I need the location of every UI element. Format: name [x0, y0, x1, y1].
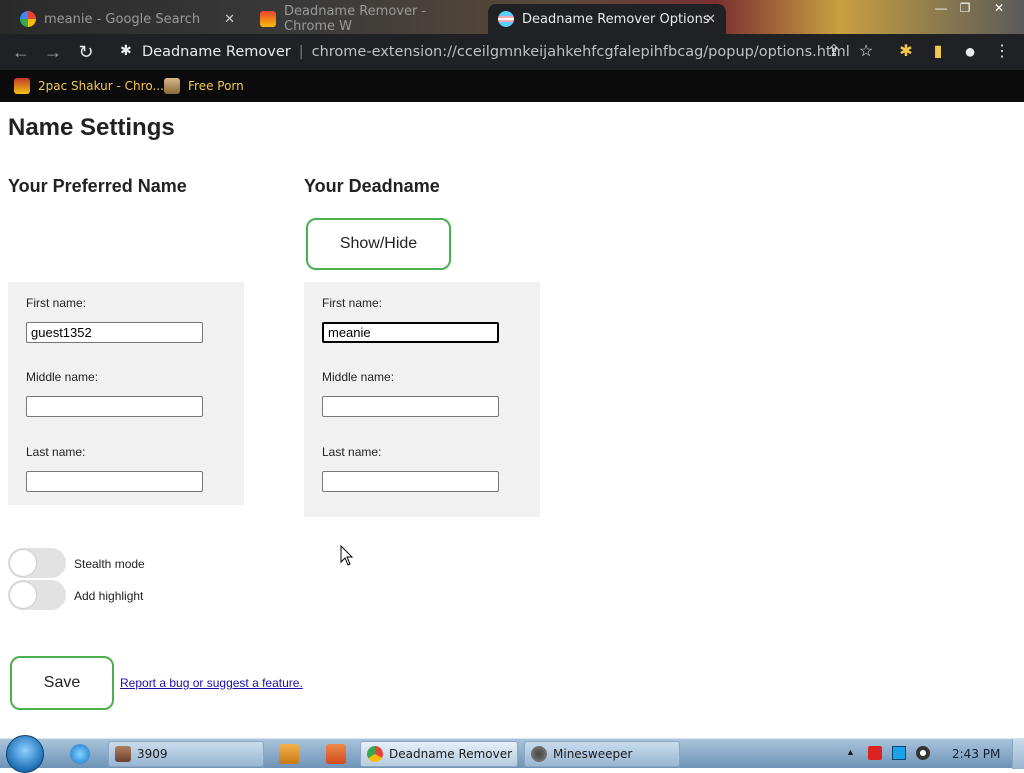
- stealth-mode-label: Stealth mode: [74, 557, 145, 571]
- media-player-icon[interactable]: [279, 744, 299, 764]
- page-title: Name Settings: [8, 114, 175, 141]
- stealth-mode-toggle[interactable]: [8, 548, 66, 578]
- bookmark-item[interactable]: Free Porn: [164, 76, 244, 96]
- first-name-label: First name:: [322, 296, 383, 310]
- address-bar[interactable]: ✱ Deadname Remover | chrome-extension://…: [108, 37, 888, 67]
- preferred-first-name-input[interactable]: [26, 322, 203, 343]
- tab-label: Deadname Remover Options: [522, 11, 710, 27]
- restore-button[interactable]: ❐: [950, 0, 980, 18]
- network-icon[interactable]: [892, 746, 906, 760]
- preferred-last-name-input[interactable]: [26, 471, 203, 492]
- toggle-knob: [10, 550, 36, 576]
- task-label: 3909: [137, 747, 168, 761]
- start-button[interactable]: [6, 735, 44, 773]
- first-name-label: First name:: [26, 296, 87, 310]
- bookmark-item[interactable]: 2pac Shakur - Chro...: [14, 76, 164, 96]
- volume-icon[interactable]: [916, 746, 930, 760]
- options-page: Name Settings Your Preferred Name Your D…: [0, 102, 1024, 738]
- close-icon[interactable]: ✕: [224, 12, 235, 27]
- paint-icon[interactable]: [326, 744, 346, 764]
- back-button[interactable]: ←: [10, 42, 32, 64]
- close-icon[interactable]: ✕: [705, 12, 716, 27]
- bookmark-label: Free Porn: [188, 79, 244, 93]
- chrome-icon: [367, 746, 383, 762]
- deadname-panel: First name: Middle name: Last name:: [304, 282, 540, 517]
- deadname-heading: Your Deadname: [304, 176, 440, 196]
- add-highlight-toggle[interactable]: [8, 580, 66, 610]
- preferred-name-panel: First name: Middle name: Last name:: [8, 282, 244, 505]
- tab-options-active[interactable]: Deadname Remover Options ✕: [488, 4, 726, 34]
- internet-explorer-icon[interactable]: [70, 744, 90, 764]
- preferred-name-heading: Your Preferred Name: [8, 176, 187, 196]
- bookmarks-bar: 2pac Shakur - Chro... Free Porn: [0, 70, 1024, 102]
- tab-label: Deadname Remover - Chrome W: [284, 4, 427, 34]
- report-bug-link[interactable]: Report a bug or suggest a feature.: [120, 676, 303, 690]
- taskbar-task[interactable]: 3909: [108, 741, 264, 767]
- action-center-flag-icon[interactable]: [868, 746, 882, 760]
- clock[interactable]: 2:43 PM: [952, 747, 1000, 761]
- share-icon[interactable]: ⇪: [824, 42, 844, 62]
- deadname-middle-name-input[interactable]: [322, 396, 499, 417]
- omnibox-separator: |: [298, 44, 304, 60]
- reload-button[interactable]: ↻: [75, 42, 97, 64]
- extension-puzzle-icon: ✱: [120, 43, 132, 59]
- forward-button[interactable]: →: [42, 42, 64, 64]
- tab-google-search[interactable]: meanie - Google Search ✕: [10, 4, 245, 34]
- menu-icon[interactable]: ⋮: [992, 42, 1012, 62]
- show-hide-button[interactable]: Show/Hide: [306, 218, 451, 270]
- middle-name-label: Middle name:: [322, 370, 395, 384]
- bookmark-favicon-icon: [164, 78, 180, 94]
- bookmark-star-icon[interactable]: ☆: [856, 42, 876, 62]
- window-close-button[interactable]: ✕: [984, 0, 1014, 18]
- webstore-icon: [260, 11, 276, 27]
- toggle-knob: [10, 582, 36, 608]
- tab-chrome-webstore[interactable]: Deadname Remover - Chrome W: [250, 4, 485, 34]
- side-panel-icon[interactable]: ▮: [928, 42, 948, 62]
- deadname-first-name-input[interactable]: [322, 322, 499, 343]
- taskbar-task-minesweeper[interactable]: Minesweeper: [524, 741, 680, 767]
- bookmark-label: 2pac Shakur - Chro...: [38, 79, 164, 93]
- google-icon: [20, 11, 36, 27]
- preferred-middle-name-input[interactable]: [26, 396, 203, 417]
- mouse-cursor-icon: [340, 545, 354, 566]
- show-desktop-button[interactable]: [1012, 739, 1024, 769]
- url-text: chrome-extension://cceilgmnkeijahkehfcgf…: [311, 44, 850, 60]
- save-button[interactable]: Save: [10, 656, 114, 710]
- task-label: Deadname Remover ...: [389, 747, 518, 761]
- extensions-icon[interactable]: ✱: [896, 42, 916, 62]
- taskbar: 3909 Deadname Remover ... Minesweeper ▲ …: [0, 735, 1024, 773]
- task-label: Minesweeper: [553, 747, 633, 761]
- site-name: Deadname Remover: [142, 44, 291, 60]
- tray-expand-icon[interactable]: ▲: [846, 747, 855, 757]
- tab-strip: meanie - Google Search ✕ Deadname Remove…: [0, 0, 1024, 34]
- deadname-last-name-input[interactable]: [322, 471, 499, 492]
- last-name-label: Last name:: [26, 445, 86, 459]
- minesweeper-icon: [531, 746, 547, 762]
- taskbar-task-chrome[interactable]: Deadname Remover ...: [360, 741, 518, 767]
- profile-icon[interactable]: ●: [960, 42, 980, 62]
- trans-flag-icon: [498, 11, 514, 27]
- tab-label: meanie - Google Search: [44, 11, 201, 27]
- bookmark-favicon-icon: [14, 78, 30, 94]
- browser-toolbar: ← → ↻ ✱ Deadname Remover | chrome-extens…: [0, 34, 1024, 70]
- last-name-label: Last name:: [322, 445, 382, 459]
- add-highlight-label: Add highlight: [74, 589, 144, 603]
- middle-name-label: Middle name:: [26, 370, 99, 384]
- app-icon: [115, 746, 131, 762]
